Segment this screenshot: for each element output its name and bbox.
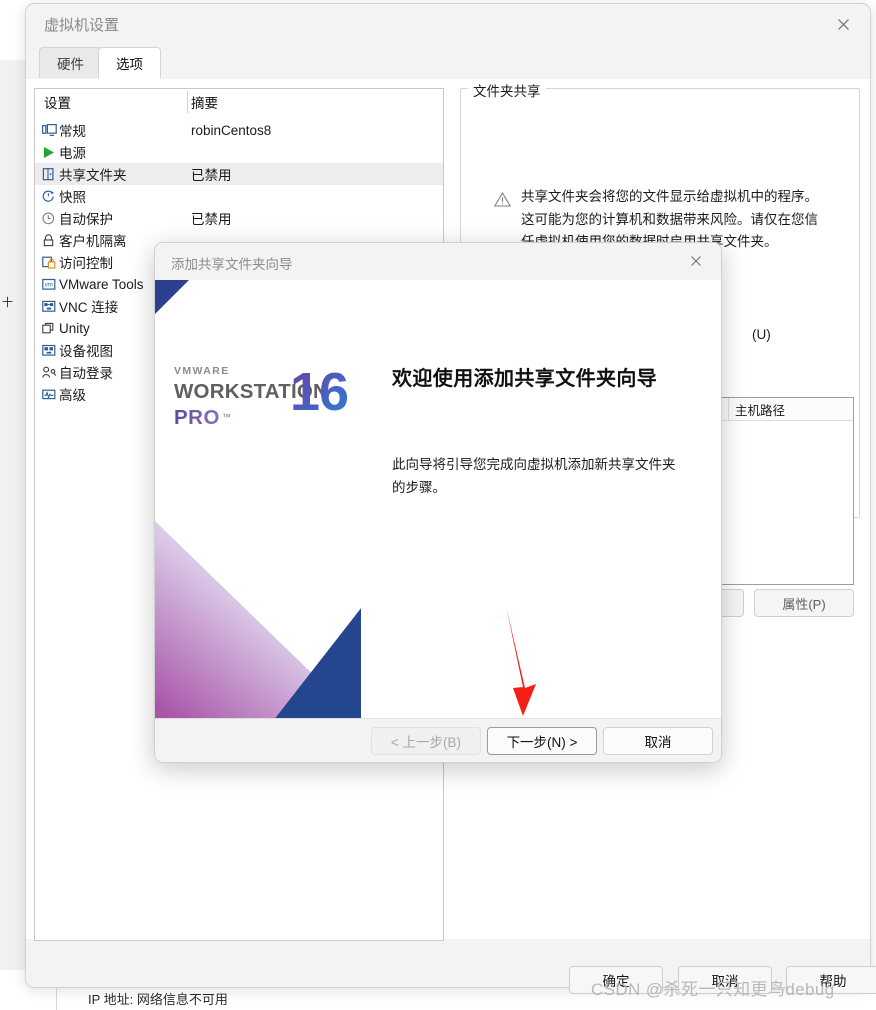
background-left-panel [0, 60, 27, 970]
settings-row-label: 常规 [59, 120, 187, 140]
folder-sharing-legend: 文件夹共享 [468, 80, 546, 100]
window-title-bar: 虚拟机设置 [26, 4, 870, 44]
wizard-content: VMWARE WORKSTATION PRO ™ 16 欢迎使用添加共享文件夹向… [155, 280, 721, 721]
wizard-back-button[interactable]: < 上一步(B) [371, 727, 481, 755]
wizard-footer: < 上一步(B) 下一步(N) > 取消 [155, 718, 721, 762]
wizard-close-button[interactable] [678, 248, 714, 274]
logo-pro-text: PRO [174, 406, 220, 430]
unity-icon [35, 322, 59, 335]
close-icon [837, 18, 850, 31]
wizard-title-bar: 添加共享文件夹向导 [155, 243, 721, 281]
vm-tools-icon: vm [35, 278, 59, 291]
warning-triangle-icon [494, 192, 511, 207]
settings-row-shared-folders[interactable]: 共享文件夹 已禁用 [35, 163, 443, 185]
wizard-branding-graphic: VMWARE WORKSTATION PRO ™ 16 [155, 280, 361, 721]
shared-folder-icon [35, 168, 59, 181]
auto-login-icon [35, 366, 59, 379]
settings-tab-bar: 硬件 选项 [26, 47, 870, 80]
csdn-watermark: CSDN @杀死一只知更鸟debug [591, 975, 835, 1000]
settings-row-summary: 已禁用 [187, 208, 443, 228]
corner-triangle-shape [155, 280, 189, 314]
device-view-icon [35, 344, 59, 357]
column-header-setting: 设置 [35, 92, 187, 112]
window-close-button[interactable] [824, 10, 862, 38]
settings-row-summary: 已禁用 [187, 164, 443, 184]
wizard-title: 添加共享文件夹向导 [171, 253, 293, 273]
access-lock-icon [35, 256, 59, 269]
wizard-heading: 欢迎使用添加共享文件夹向导 [392, 362, 657, 391]
background-left-mark: 十 [2, 298, 12, 309]
folder-properties-button[interactable]: 属性(P) [754, 589, 854, 617]
advanced-icon [35, 388, 59, 401]
settings-row-power[interactable]: 电源 [35, 141, 443, 163]
logo-version-number: 16 [290, 365, 348, 419]
settings-row-autoprotect[interactable]: 自动保护 已禁用 [35, 207, 443, 229]
svg-text:vm: vm [45, 282, 53, 288]
snapshot-icon [35, 190, 59, 203]
tab-hardware-label: 硬件 [57, 53, 84, 73]
wizard-body-text: 此向导将引导您完成向虚拟机添加新共享文件夹的步骤。 [392, 453, 677, 499]
settings-row-label: 共享文件夹 [59, 164, 187, 184]
monitor-icon [35, 124, 59, 137]
play-icon [35, 146, 59, 159]
tab-options[interactable]: 选项 [98, 47, 161, 79]
settings-row-label: 电源 [59, 142, 187, 162]
tab-options-label: 选项 [116, 53, 143, 73]
wizard-next-button[interactable]: 下一步(N) > [487, 727, 597, 755]
clock-icon [35, 212, 59, 225]
vmware-logo: VMWARE WORKSTATION PRO ™ 16 [174, 365, 354, 430]
background-status-text: IP 地址: 网络信息不可用 [88, 989, 228, 1008]
tab-hardware[interactable]: 硬件 [39, 47, 102, 78]
window-title: 虚拟机设置 [44, 14, 119, 35]
wizard-cancel-button[interactable]: 取消 [603, 727, 713, 755]
settings-row-general[interactable]: 常规 robinCentos8 [35, 119, 443, 141]
settings-row-summary: robinCentos8 [187, 123, 443, 138]
logo-tm-mark: ™ [222, 412, 231, 422]
lock-icon [35, 234, 59, 247]
add-shared-folder-wizard-dialog: 添加共享文件夹向导 VMWARE WORKSTATION PRO ™ [154, 242, 722, 763]
radio-until-suffix: (U) [752, 327, 771, 342]
settings-list-header: 设置 摘要 [35, 89, 443, 115]
folders-col-host: 主机路径 [729, 398, 853, 420]
close-icon [690, 255, 702, 267]
settings-row-label: 快照 [59, 186, 187, 206]
settings-row-label: 自动保护 [59, 208, 187, 228]
vnc-icon [35, 300, 59, 313]
settings-row-snapshot[interactable]: 快照 [35, 185, 443, 207]
blue-triangle-shape [155, 521, 361, 721]
column-header-summary: 摘要 [187, 92, 443, 112]
